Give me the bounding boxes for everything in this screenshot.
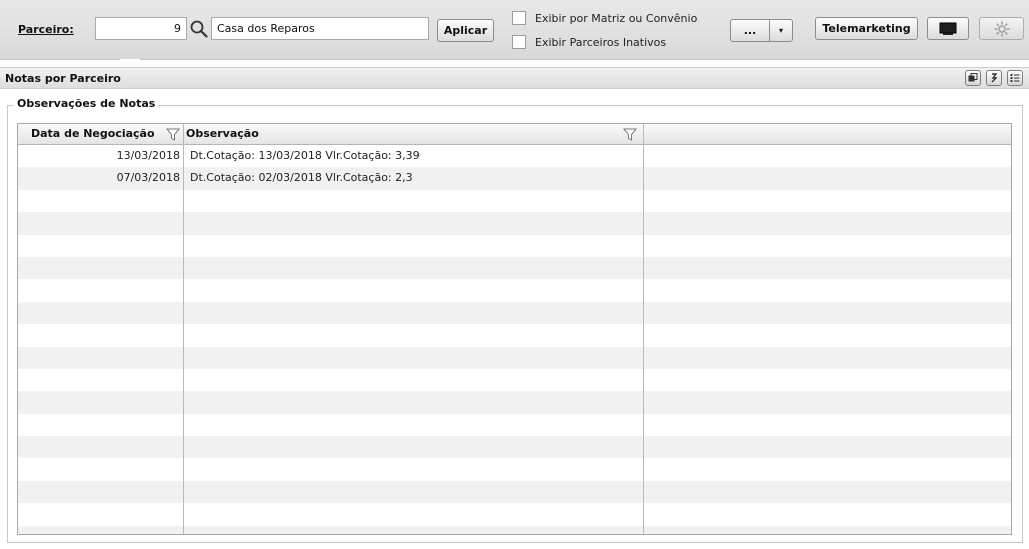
refresh-button[interactable] bbox=[986, 70, 1002, 86]
cell-date: 13/03/2018 bbox=[116, 149, 180, 162]
cell-date: 07/03/2018 bbox=[116, 171, 180, 185]
list-icon bbox=[1010, 74, 1020, 82]
column-header-observation[interactable]: Observação bbox=[186, 124, 259, 145]
apply-button[interactable]: Aplicar bbox=[437, 19, 494, 42]
monitor-button[interactable] bbox=[927, 17, 969, 40]
fieldset-legend: Observações de Notas bbox=[14, 97, 159, 110]
table-row[interactable] bbox=[18, 480, 1011, 504]
table-row[interactable] bbox=[18, 369, 1011, 391]
copy-icon bbox=[968, 73, 978, 82]
column-divider bbox=[183, 124, 184, 534]
refresh-icon bbox=[991, 73, 998, 83]
table-row[interactable] bbox=[18, 346, 1011, 369]
table-row[interactable] bbox=[18, 279, 1011, 301]
partner-name-input[interactable]: Casa dos Reparos bbox=[211, 17, 429, 40]
settings-button[interactable] bbox=[979, 17, 1024, 40]
more-dropdown-button[interactable]: ▾ bbox=[769, 19, 793, 42]
matrix-checkbox[interactable] bbox=[512, 11, 526, 25]
table-row[interactable] bbox=[18, 414, 1011, 436]
section-header: Notas por Parceiro bbox=[0, 67, 1029, 89]
table-row[interactable] bbox=[18, 525, 1011, 534]
more-button[interactable]: ... bbox=[730, 19, 770, 42]
notes-grid: Data de Negociação Observação 13/03/2018… bbox=[17, 123, 1012, 535]
inactive-checkbox-label[interactable]: Exibir Parceiros Inativos bbox=[535, 36, 666, 49]
gear-icon bbox=[994, 21, 1009, 36]
column-header-date[interactable]: Data de Negociação bbox=[31, 124, 155, 145]
table-row[interactable] bbox=[18, 256, 1011, 280]
list-button[interactable] bbox=[1007, 70, 1023, 86]
partner-code-input[interactable]: 9 bbox=[95, 17, 187, 40]
inactive-checkbox[interactable] bbox=[512, 35, 526, 49]
grid-body: 13/03/2018 Dt.Cotação: 13/03/2018 Vlr.Cot… bbox=[18, 145, 1011, 534]
search-icon[interactable] bbox=[189, 19, 209, 39]
table-row[interactable]: 07/03/2018 Dt.Cotação: 02/03/2018 Vlr.Cot… bbox=[18, 167, 1011, 190]
table-row[interactable] bbox=[18, 324, 1011, 346]
column-divider bbox=[643, 124, 644, 534]
telemarketing-button[interactable]: Telemarketing bbox=[815, 17, 918, 40]
filter-icon[interactable] bbox=[623, 128, 637, 141]
table-row[interactable]: 13/03/2018 Dt.Cotação: 13/03/2018 Vlr.Cot… bbox=[18, 145, 1011, 167]
copy-button[interactable] bbox=[965, 70, 981, 86]
grid-header: Data de Negociação Observação bbox=[18, 124, 1011, 145]
table-row[interactable] bbox=[18, 301, 1011, 325]
section-title: Notas por Parceiro bbox=[5, 72, 121, 85]
toolbar-notch bbox=[120, 59, 140, 67]
monitor-icon bbox=[939, 22, 957, 35]
matrix-checkbox-label[interactable]: Exibir por Matriz ou Convênio bbox=[535, 12, 697, 25]
table-row[interactable] bbox=[18, 436, 1011, 459]
filter-icon[interactable] bbox=[166, 128, 180, 141]
table-row[interactable] bbox=[18, 235, 1011, 257]
table-row[interactable] bbox=[18, 458, 1011, 480]
table-row[interactable] bbox=[18, 190, 1011, 212]
table-row[interactable] bbox=[18, 503, 1011, 525]
top-toolbar: Parceiro: 9 Casa dos Reparos Aplicar Exi… bbox=[0, 0, 1029, 60]
table-row[interactable] bbox=[18, 212, 1011, 235]
cell-observation: Dt.Cotação: 13/03/2018 Vlr.Cotação: 3,39 bbox=[190, 149, 420, 162]
table-row[interactable] bbox=[18, 391, 1011, 414]
cell-observation: Dt.Cotação: 02/03/2018 Vlr.Cotação: 2,3 bbox=[190, 171, 413, 185]
partner-label[interactable]: Parceiro: bbox=[18, 23, 74, 36]
